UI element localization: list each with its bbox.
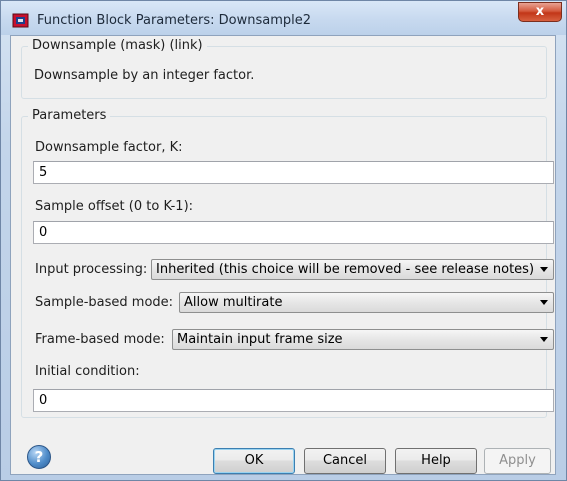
cancel-button[interactable]: Cancel: [304, 448, 386, 474]
frame-based-mode-value: Maintain input frame size: [177, 332, 343, 347]
input-processing-dropdown[interactable]: Inherited (this choice will be removed -…: [151, 259, 554, 280]
sample-offset-field[interactable]: 0: [33, 221, 554, 244]
chevron-down-icon: [540, 337, 548, 342]
downsample-factor-field[interactable]: 5: [33, 161, 554, 184]
dialog-window: Function Block Parameters: Downsample2 x…: [0, 0, 567, 481]
close-icon: x: [535, 4, 545, 19]
title-bar[interactable]: Function Block Parameters: Downsample2 x: [1, 1, 566, 35]
sample-based-mode-label: Sample-based mode:: [35, 295, 174, 310]
description-text: Downsample by an integer factor.: [34, 68, 255, 83]
description-group: Downsample (mask) (link) Downsample by a…: [21, 38, 547, 99]
chevron-down-icon: [540, 267, 548, 272]
apply-button[interactable]: Apply: [484, 448, 551, 474]
description-group-title: Downsample (mask) (link): [28, 38, 207, 53]
input-processing-value: Inherited (this choice will be removed -…: [156, 262, 535, 277]
dialog-body: Downsample (mask) (link) Downsample by a…: [10, 35, 556, 475]
sample-based-mode-dropdown[interactable]: Allow multirate: [179, 292, 554, 313]
help-button[interactable]: Help: [395, 448, 477, 474]
simulink-block-icon: [12, 13, 29, 28]
help-icon[interactable]: ?: [27, 445, 51, 469]
ok-button[interactable]: OK: [213, 448, 295, 474]
downsample-factor-label: Downsample factor, K:: [35, 140, 183, 155]
frame-based-mode-dropdown[interactable]: Maintain input frame size: [172, 329, 554, 350]
parameters-group-title: Parameters: [28, 108, 111, 123]
close-button[interactable]: x: [518, 2, 562, 22]
chevron-down-icon: [540, 300, 548, 305]
initial-condition-label: Initial condition:: [35, 364, 140, 379]
frame-based-mode-label: Frame-based mode:: [35, 332, 165, 347]
input-processing-label: Input processing:: [35, 262, 148, 277]
sample-offset-label: Sample offset (0 to K-1):: [35, 199, 194, 214]
initial-condition-field[interactable]: 0: [33, 389, 554, 412]
window-title: Function Block Parameters: Downsample2: [37, 13, 312, 28]
sample-based-mode-value: Allow multirate: [184, 295, 283, 310]
